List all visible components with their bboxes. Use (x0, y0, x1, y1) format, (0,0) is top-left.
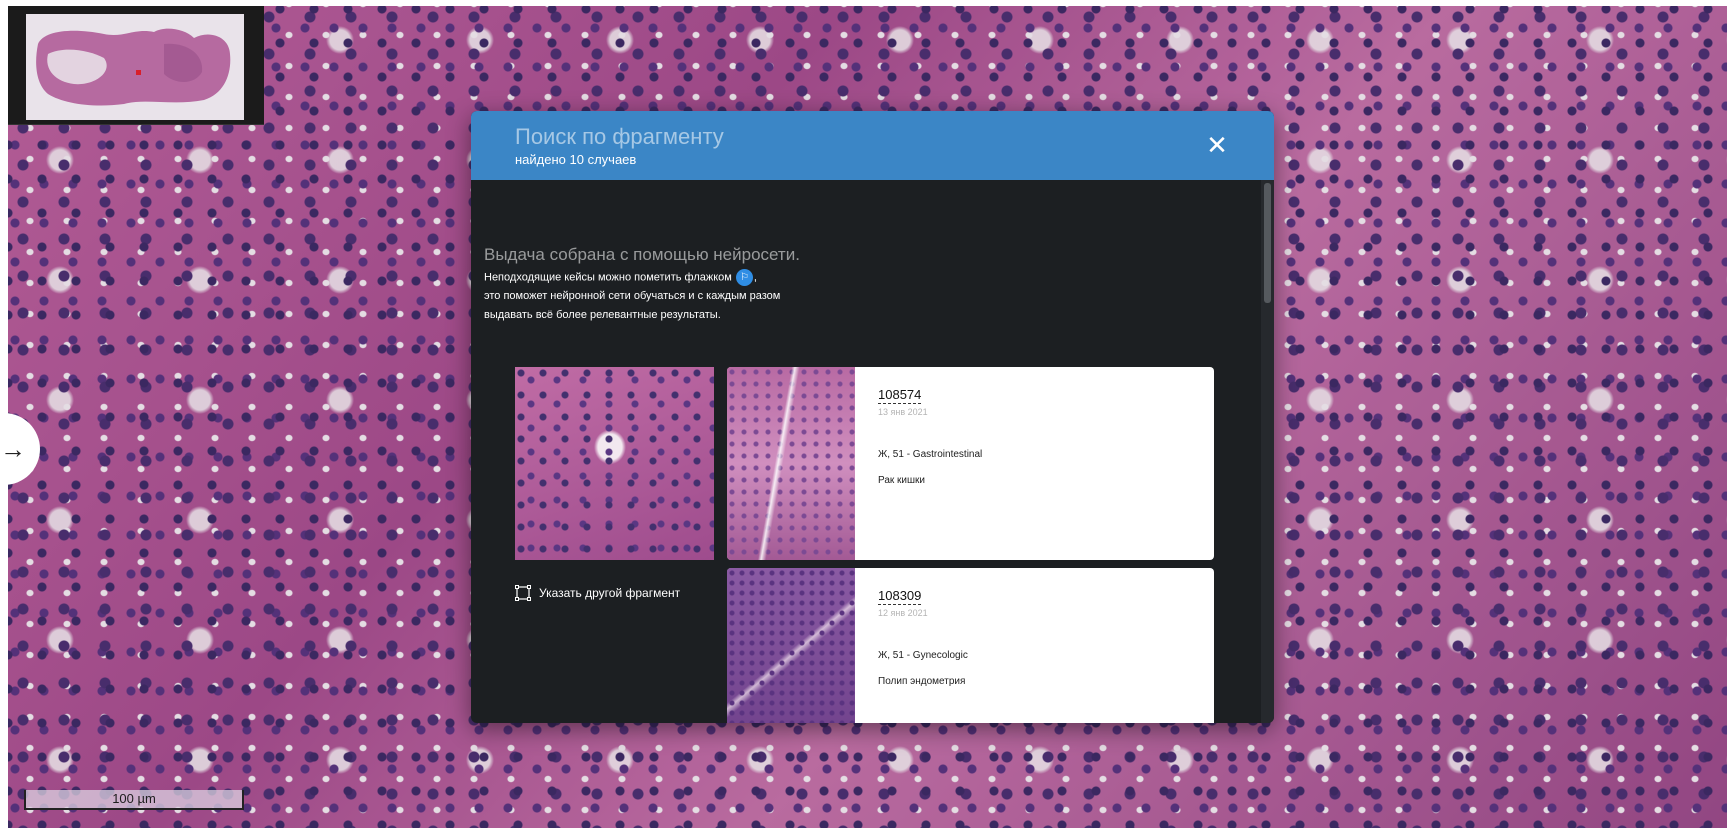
result-card[interactable]: 108309 12 янв 2021 Ж, 51 - Gynecologic П… (727, 568, 1214, 723)
case-id-link[interactable]: 108309 (878, 588, 922, 605)
result-thumbnail (727, 367, 855, 560)
slide-minimap[interactable] (8, 6, 264, 125)
select-other-fragment-label: Указать другой фрагмент (539, 586, 681, 600)
minimap-viewport-marker (136, 70, 141, 75)
select-other-fragment-button[interactable]: Указать другой фрагмент (515, 582, 680, 604)
result-thumbnail (727, 568, 855, 723)
modal-scrollbar-thumb[interactable] (1264, 183, 1271, 303)
minimap-slide (26, 14, 244, 120)
scale-bar: 100 µm (24, 790, 244, 810)
close-button[interactable]: ✕ (1201, 129, 1233, 161)
case-id-link[interactable]: 108574 (878, 387, 922, 404)
case-diagnosis: Рак кишки (878, 475, 925, 486)
intro-heading: Выдача собрана с помощью нейросети. (484, 245, 800, 264)
intro-line-3: выдавать всё более релевантные результат… (484, 309, 721, 321)
query-fragment-image (515, 367, 714, 560)
fragment-search-modal: Поиск по фрагменту найдено 10 случаев ✕ … (471, 111, 1274, 723)
case-diagnosis: Полип эндометрия (878, 676, 966, 687)
intro-line-1: Неподходящие кейсы можно пометить флажко… (484, 269, 757, 286)
modal-subtitle: найдено 10 случаев (515, 152, 637, 167)
case-patient: Ж, 51 - Gynecologic (878, 650, 968, 661)
arrow-right-icon: → (0, 433, 26, 464)
modal-header: Поиск по фрагменту найдено 10 случаев ✕ (471, 111, 1274, 180)
case-date: 13 янв 2021 (878, 407, 928, 417)
case-date: 12 янв 2021 (878, 608, 928, 618)
flag-icon: ⚐ (735, 269, 753, 286)
selection-frame-icon (515, 585, 531, 601)
case-patient: Ж, 51 - Gastrointestinal (878, 449, 983, 460)
result-card[interactable]: 108574 13 янв 2021 Ж, 51 - Gastrointesti… (727, 367, 1214, 560)
intro-line-1-text: Неподходящие кейсы можно пометить флажко… (484, 271, 732, 284)
close-icon: ✕ (1206, 130, 1228, 160)
modal-title: Поиск по фрагменту (515, 124, 724, 149)
minimap-tissue-icon (36, 28, 231, 106)
intro-line-1-end: , (753, 271, 757, 284)
intro-line-2: это поможет нейронной сети обучаться и с… (484, 290, 781, 302)
